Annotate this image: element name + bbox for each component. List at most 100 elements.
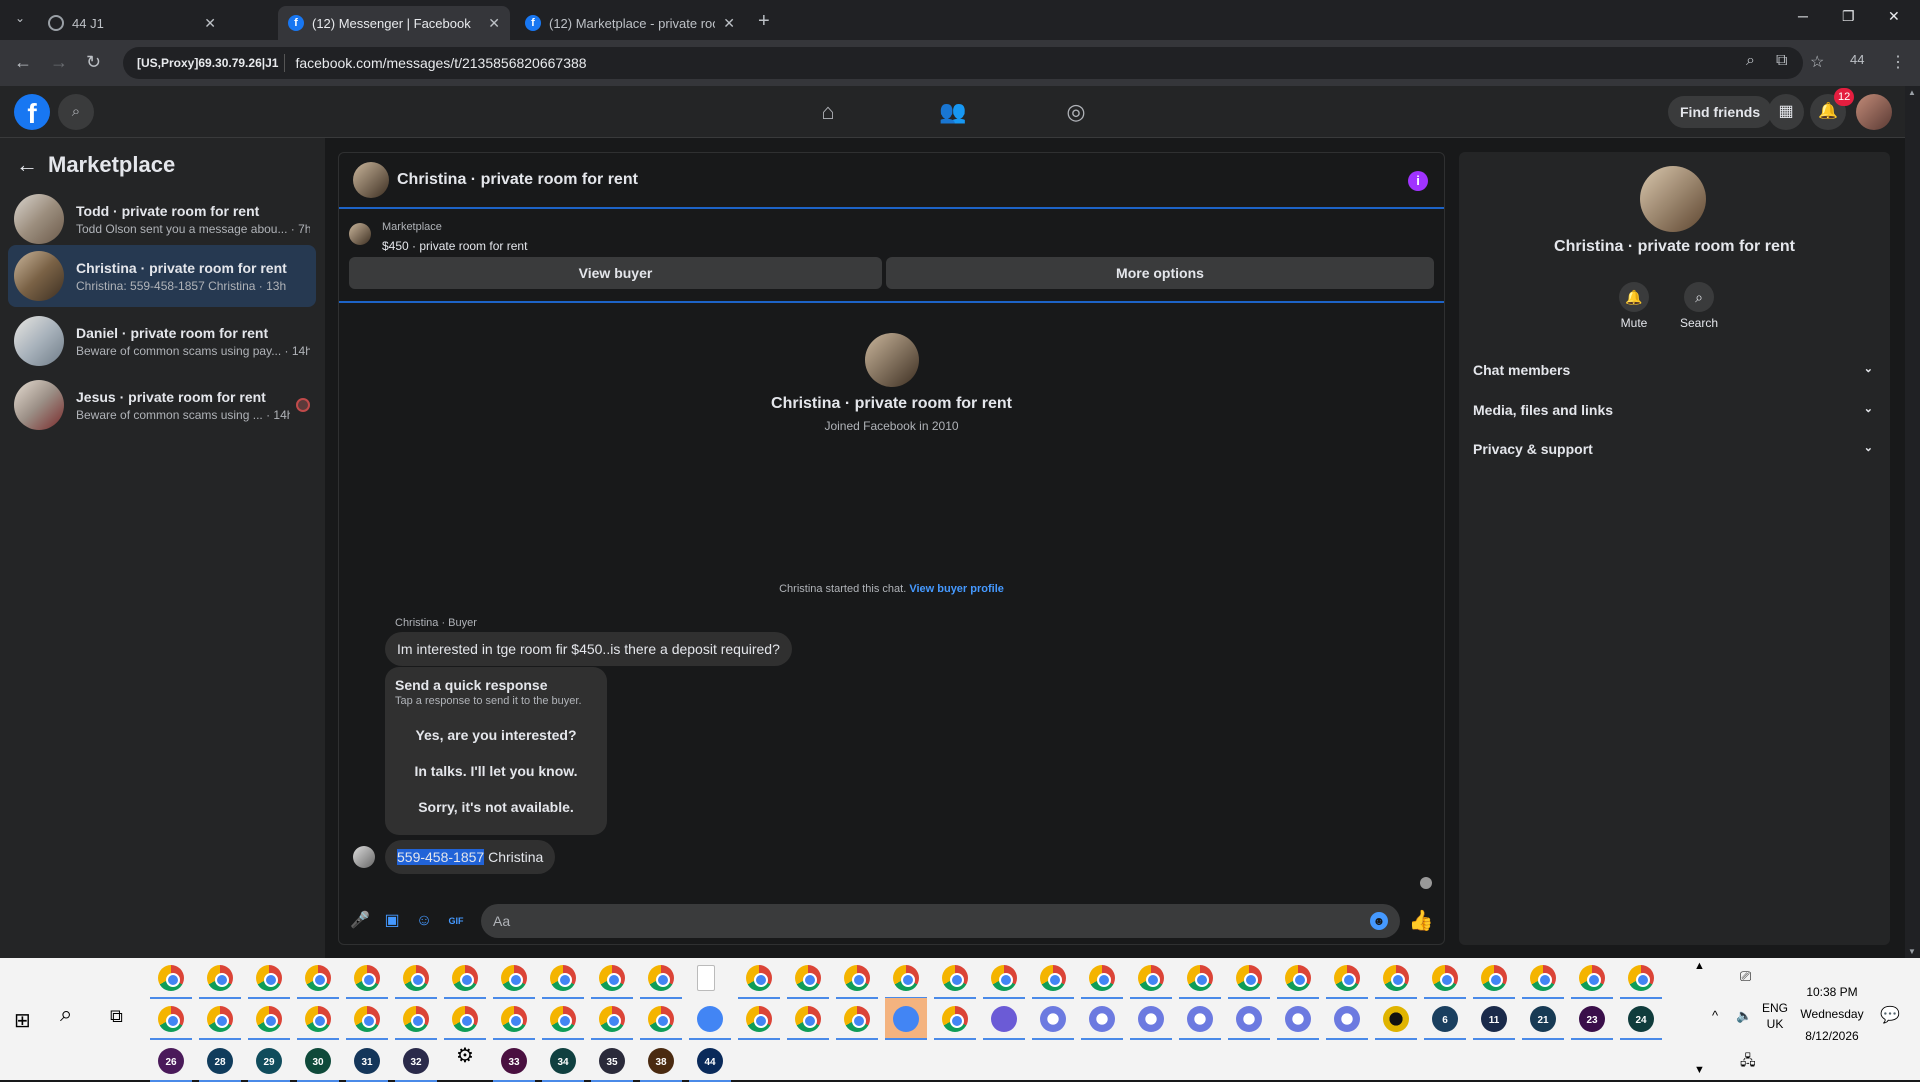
file-icon[interactable] (697, 965, 715, 991)
forward-arrow-icon[interactable]: → (50, 52, 68, 73)
chromium-icon[interactable] (1089, 1006, 1115, 1032)
chrome-icon[interactable] (648, 1006, 674, 1032)
chrome-icon[interactable] (207, 1006, 233, 1032)
language-indicator[interactable]: ENG UK (1760, 1000, 1790, 1032)
message-bubble[interactable]: 559-458-1857 Christina (385, 840, 556, 874)
phone-number-text[interactable]: 559-458-1857 (397, 849, 485, 865)
zoom-icon[interactable]: ⌕ (1746, 52, 1755, 70)
numbered-app-icon[interactable]: 11 (1481, 1006, 1507, 1032)
close-tab-icon[interactable]: ✕ (488, 15, 500, 32)
chrome-icon[interactable] (893, 965, 919, 991)
view-buyer-profile-link[interactable]: View buyer profile (909, 583, 1004, 595)
listing-price-title[interactable]: $450 · private room for rent (382, 239, 527, 253)
chrome-icon[interactable] (550, 965, 576, 991)
chrome-icon[interactable] (746, 1006, 772, 1032)
menu-grid-icon[interactable]: ▦ (1768, 94, 1804, 130)
chrome-active-icon[interactable] (893, 1006, 919, 1032)
chrome-icon[interactable] (599, 965, 625, 991)
chromium-icon[interactable] (1138, 1006, 1164, 1032)
tab-44-j1[interactable]: 44 J1 ✕ (38, 6, 226, 40)
minimize-button[interactable]: ─ (1798, 8, 1808, 24)
chrome-icon[interactable] (795, 1006, 821, 1032)
chrome-icon[interactable] (403, 965, 429, 991)
bookmark-star-icon[interactable]: ☆ (1810, 52, 1824, 72)
search-button[interactable]: ⌕ Search (1671, 282, 1727, 330)
proxy-label[interactable]: [US,Proxy]69.30.79.26|J1 (131, 54, 286, 72)
chrome-icon[interactable] (158, 965, 184, 991)
notification-center-icon[interactable]: 💬 (1880, 1008, 1900, 1024)
address-bar[interactable]: [US,Proxy]69.30.79.26|J1 facebook.com/me… (123, 47, 1803, 79)
chromium-icon[interactable] (1236, 1006, 1262, 1032)
numbered-app-icon[interactable]: 26 (158, 1048, 184, 1074)
windows-start-icon[interactable]: ⊞ (14, 1008, 31, 1033)
chrome-icon[interactable] (942, 1006, 968, 1032)
numbered-app-icon[interactable]: 35 (599, 1048, 625, 1074)
install-app-icon[interactable]: ⧉ (1776, 52, 1787, 70)
network-icon[interactable]: 🖧 (1740, 1052, 1756, 1068)
numbered-app-icon[interactable]: 34 (550, 1048, 576, 1074)
volume-icon[interactable]: 🔈 (1736, 1008, 1752, 1024)
chrome-icon[interactable] (354, 1006, 380, 1032)
groups-icon[interactable]: ◎ (1060, 98, 1092, 126)
conversation-item[interactable]: Todd · private room for rent Todd Olson … (8, 188, 316, 250)
settings-gear-icon[interactable]: ⚙ (456, 1046, 474, 1066)
tab-marketplace[interactable]: f (12) Marketplace - private room ✕ (515, 6, 745, 40)
chrome-icon[interactable] (501, 965, 527, 991)
chrome-icon[interactable] (648, 965, 674, 991)
taskbar-scroll-down-icon[interactable]: ▼ (1694, 1062, 1705, 1078)
chrome-icon[interactable] (1236, 965, 1262, 991)
chrome-icon[interactable] (1432, 965, 1458, 991)
chrome-icon[interactable] (452, 965, 478, 991)
browser-app-icon[interactable] (991, 1006, 1017, 1032)
numbered-app-icon[interactable]: 29 (256, 1048, 282, 1074)
chrome-icon[interactable] (1040, 965, 1066, 991)
sticker-icon[interactable]: ☺ (413, 910, 435, 932)
chrome-icon[interactable] (207, 965, 233, 991)
quick-response-option[interactable]: Sorry, it's not available. (385, 799, 607, 815)
chrome-icon[interactable] (1481, 965, 1507, 991)
home-icon[interactable]: ⌂ (812, 98, 844, 126)
chrome-icon[interactable] (844, 1006, 870, 1032)
chat-avatar[interactable] (353, 162, 389, 198)
numbered-app-icon[interactable]: 31 (354, 1048, 380, 1074)
numbered-app-icon[interactable]: 21 (1530, 1006, 1556, 1032)
quick-response-option[interactable]: In talks. I'll let you know. (385, 763, 607, 779)
chrome-icon[interactable] (354, 965, 380, 991)
chrome-icon[interactable] (1089, 965, 1115, 991)
view-buyer-button[interactable]: View buyer (349, 257, 882, 289)
chrome-icon[interactable] (501, 1006, 527, 1032)
chromium-icon[interactable] (1334, 1006, 1360, 1032)
listing-photo[interactable] (1640, 166, 1706, 232)
show-hidden-icons-chevron[interactable]: ^ (1712, 1008, 1718, 1024)
more-options-button[interactable]: More options (886, 257, 1434, 289)
close-tab-icon[interactable]: ✕ (204, 15, 216, 32)
chromium-icon[interactable] (1285, 1006, 1311, 1032)
find-friends-button[interactable]: Find friends (1668, 96, 1773, 128)
conversation-item[interactable]: Jesus · private room for rent Beware of … (8, 374, 316, 436)
gif-icon[interactable]: GIF (445, 910, 467, 932)
back-arrow-icon[interactable]: ← (16, 152, 38, 178)
tab-search-dropdown-icon[interactable]: ⌄ (10, 8, 30, 28)
numbered-app-icon[interactable]: 23 (1579, 1006, 1605, 1032)
numbered-app-icon[interactable]: 24 (1628, 1006, 1654, 1032)
meet-now-icon[interactable]: ⎚ (1740, 968, 1751, 984)
chromium-icon[interactable] (1040, 1006, 1066, 1032)
mute-button[interactable]: 🔔 Mute (1606, 282, 1662, 330)
chrome-icon[interactable] (1628, 965, 1654, 991)
numbered-app-icon[interactable]: 30 (305, 1048, 331, 1074)
chrome-icon[interactable] (1138, 965, 1164, 991)
chrome-icon[interactable] (305, 1006, 331, 1032)
emoji-icon[interactable]: ☻ (1370, 912, 1388, 930)
chrome-icon[interactable] (403, 1006, 429, 1032)
close-window-button[interactable]: ✕ (1888, 8, 1900, 25)
taskbar-scroll-up-icon[interactable]: ▲ (1694, 958, 1705, 974)
chrome-icon[interactable] (1579, 965, 1605, 991)
chrome-icon[interactable] (599, 1006, 625, 1032)
chrome-icon[interactable] (795, 965, 821, 991)
message-bubble[interactable]: Im interested in tge room fir $450..is t… (385, 632, 792, 666)
message-input[interactable]: Aa ☻ (481, 904, 1400, 938)
chrome-icon[interactable] (256, 1006, 282, 1032)
chrome-icon[interactable] (452, 1006, 478, 1032)
chrome-icon[interactable] (1530, 965, 1556, 991)
conversation-item[interactable]: Daniel · private room for rent Beware of… (8, 310, 316, 372)
